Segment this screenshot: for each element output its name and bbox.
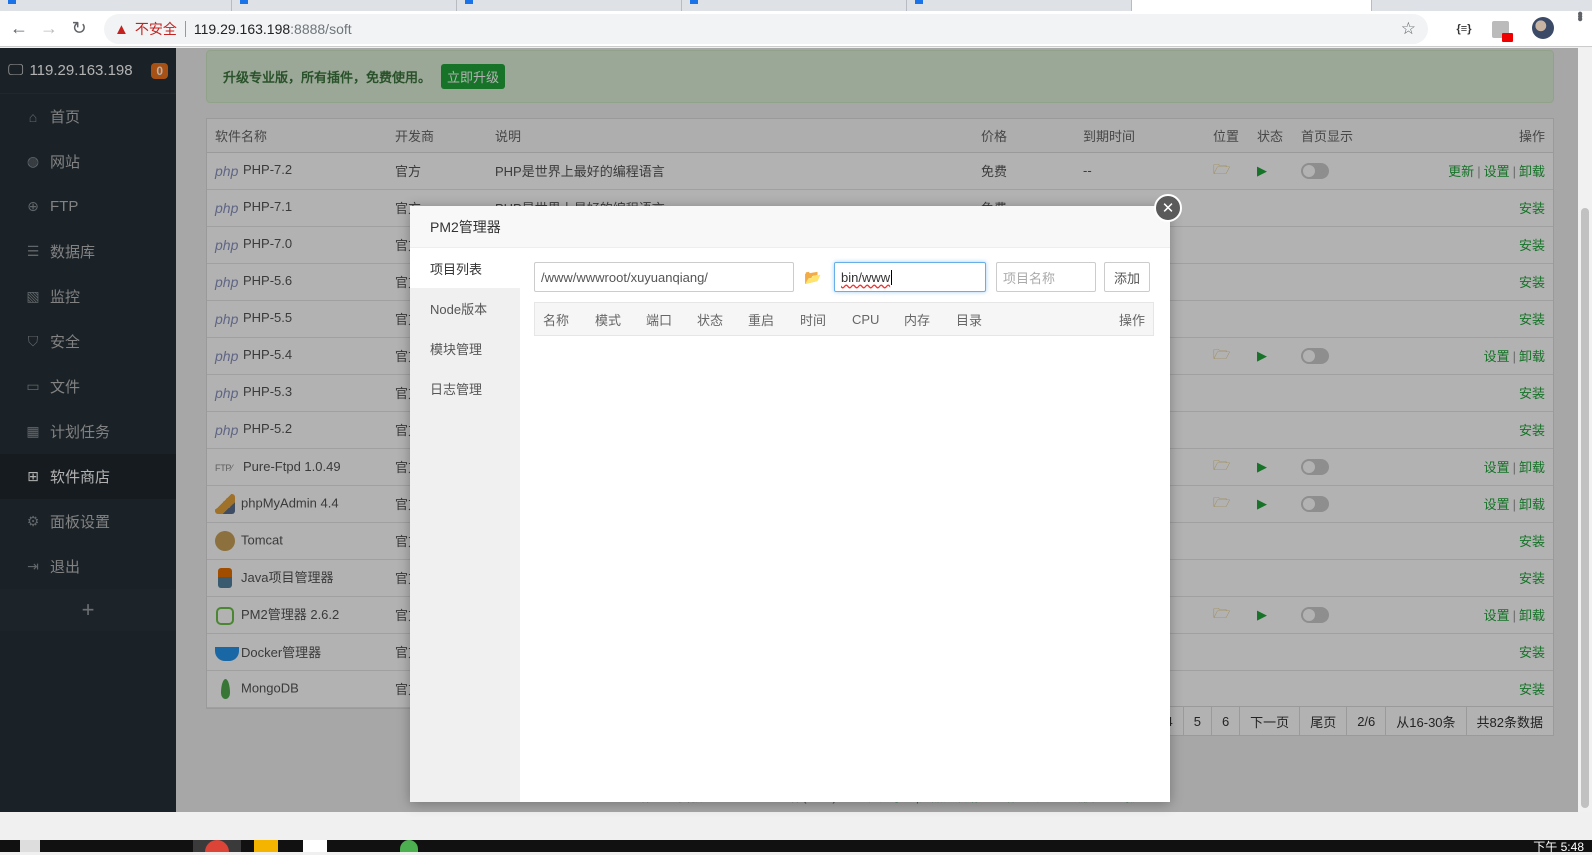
folder-open-icon[interactable]: 📂 — [804, 269, 821, 286]
project-column-header: 状态 — [697, 312, 724, 328]
pm2-manager-dialog: PM2管理器 项目列表 Node版本 模块管理 日志管理 /www/wwwroot/x… — [410, 206, 1170, 802]
tab-favicon-icon — [690, 0, 698, 4]
start-icon[interactable] — [20, 840, 40, 852]
dialog-nav-item[interactable]: 日志管理 — [410, 368, 520, 408]
project-column-header: 时间 — [800, 312, 827, 328]
page-scrollbar[interactable] — [1578, 48, 1592, 812]
omnibox-separator — [184, 21, 186, 37]
project-column-header: 目录 — [956, 312, 983, 328]
dialog-nav-item[interactable]: 项目列表 — [410, 248, 520, 288]
dialog-title: PM2管理器 — [410, 206, 1170, 248]
windows-taskbar — [0, 840, 1592, 852]
system-clock: 下午 5:48 — [1533, 840, 1584, 854]
dialog-nav: 项目列表 Node版本 模块管理 日志管理 — [410, 248, 520, 802]
profile-avatar[interactable] — [1532, 17, 1554, 39]
browser-toolbar: ← → ↻ ▲ 不安全 119.29.163.198:8888/soft ☆ — [0, 11, 1592, 47]
taskbar-app-icon[interactable] — [400, 840, 418, 852]
project-column-header: 名称 — [543, 312, 570, 328]
url-host: 119.29.163.198 — [193, 21, 291, 37]
browser-tab[interactable] — [232, 0, 457, 11]
tab-favicon-icon — [240, 0, 248, 4]
dialog-nav-item[interactable]: Node版本 — [410, 288, 520, 328]
browser-tab[interactable] — [0, 0, 232, 11]
taskbar-app-icon[interactable] — [303, 840, 327, 852]
star-icon[interactable]: ☆ — [1401, 19, 1416, 39]
project-table-header: 名称 模式 端口 状态 重启 时间 CPU 内存 目录 操作 — [534, 302, 1154, 336]
tab-favicon-icon — [8, 0, 16, 4]
browser-tab-active[interactable] — [1132, 0, 1372, 11]
startup-file-input[interactable]: bin/www — [834, 262, 986, 292]
browser-tab[interactable] — [682, 0, 907, 11]
browser-tab-strip — [0, 0, 1592, 11]
menu-dots-icon[interactable]: ••• — [1570, 11, 1588, 47]
taskbar-app-icon[interactable] — [254, 840, 278, 852]
json-extension-icon[interactable]: {≡} — [1452, 11, 1476, 47]
project-path-input[interactable]: /www/wwwroot/xuyuanqiang/ — [534, 262, 794, 292]
scrollbar-thumb[interactable] — [1581, 208, 1589, 808]
tab-favicon-icon — [915, 0, 923, 4]
forward-arrow-icon[interactable]: → — [34, 14, 64, 44]
project-column-header: 模式 — [595, 312, 622, 328]
url-path: :8888/soft — [290, 21, 352, 37]
dialog-body: /www/wwwroot/xuyuanqiang/ 📂 bin/www 项目名称… — [534, 262, 1154, 336]
reload-icon[interactable]: ↻ — [64, 14, 94, 44]
back-arrow-icon[interactable]: ← — [4, 14, 34, 44]
close-icon[interactable]: ✕ — [1154, 194, 1182, 222]
address-bar[interactable]: ▲ 不安全 119.29.163.198:8888/soft ☆ — [104, 14, 1428, 44]
startup-file-value: bin/www — [841, 269, 891, 285]
warning-icon: ▲ — [114, 20, 129, 38]
project-ops-header: 操作 — [1118, 312, 1145, 328]
insecure-label: 不安全 — [134, 21, 177, 37]
dialog-nav-item[interactable]: 模块管理 — [410, 328, 520, 368]
browser-tab[interactable] — [907, 0, 1132, 11]
tab-favicon-icon — [465, 0, 473, 4]
browser-tab[interactable] — [457, 0, 682, 11]
project-column-header: CPU — [852, 311, 880, 327]
extension-badge-icon[interactable] — [1488, 11, 1513, 47]
text-caret — [891, 269, 893, 285]
project-column-header: 端口 — [646, 312, 673, 328]
add-project-button[interactable]: 添加 — [1104, 262, 1150, 292]
project-column-header: 内存 — [904, 312, 931, 328]
project-name-input[interactable]: 项目名称 — [996, 262, 1096, 292]
project-column-header: 重启 — [748, 312, 775, 328]
